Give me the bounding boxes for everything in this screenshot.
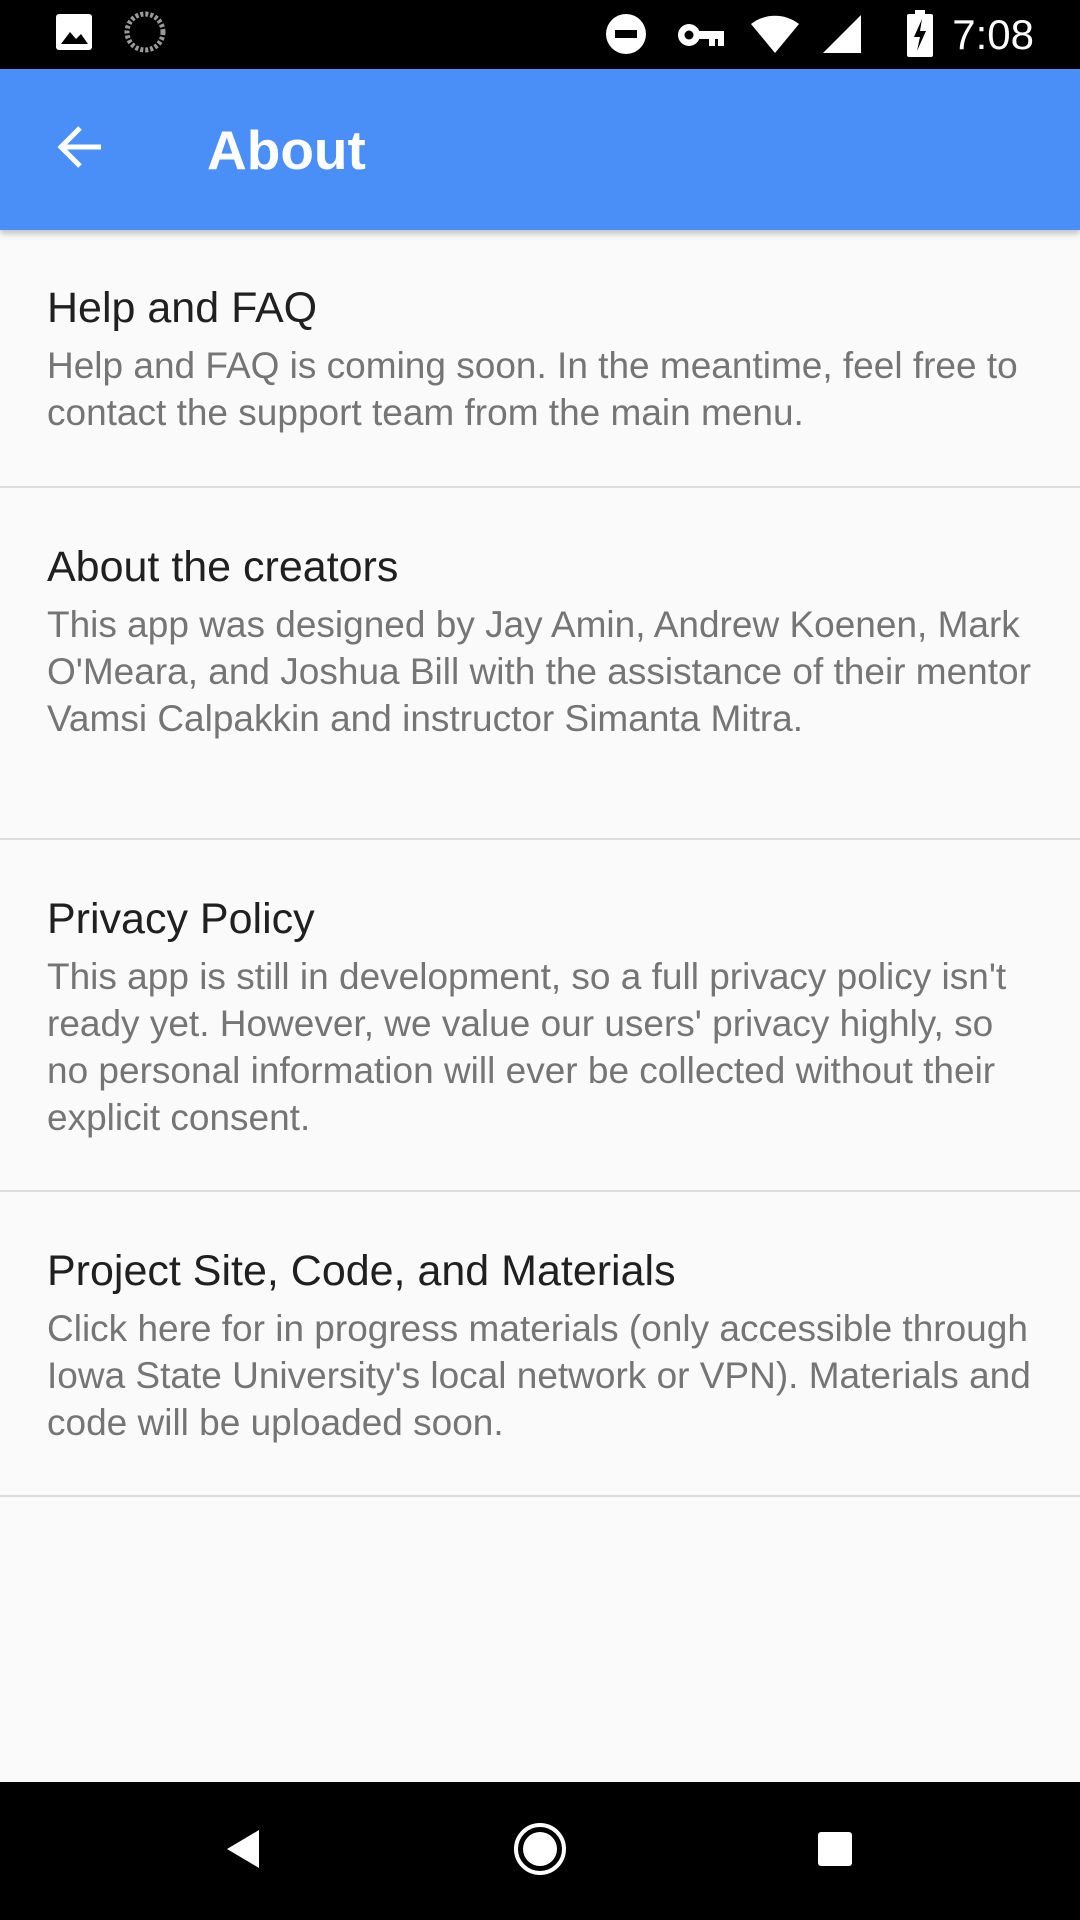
wifi-icon xyxy=(750,15,800,60)
section-title: Project Site, Code, and Materials xyxy=(47,1247,676,1295)
section-description: This app was designed by Jay Amin, Andre… xyxy=(47,604,1031,739)
nav-back-button[interactable] xyxy=(163,1782,323,1920)
help-faq-item[interactable]: Help and FAQ Help and FAQ is coming soon… xyxy=(0,230,1080,488)
status-time: 7:08 xyxy=(952,11,1034,58)
arrow-back-icon xyxy=(55,122,105,177)
project-site-item[interactable]: Project Site, Code, and Materials Click … xyxy=(0,1192,1080,1497)
section-title: Privacy Policy xyxy=(47,895,315,943)
status-left-icons xyxy=(54,11,166,57)
about-creators-item[interactable]: About the creators This app was designed… xyxy=(0,488,1080,840)
cell-signal-icon xyxy=(822,14,862,59)
nav-back-icon xyxy=(223,1827,263,1876)
section-description: Click here for in progress materials (on… xyxy=(47,1308,1031,1443)
nav-home-button[interactable] xyxy=(460,1782,620,1920)
section-description: This app is still in development, so a f… xyxy=(47,956,1007,1138)
do-not-disturb-icon xyxy=(605,13,647,60)
section-title: About the creators xyxy=(47,543,399,591)
nav-recents-icon xyxy=(815,1829,855,1874)
vpn-key-icon xyxy=(677,21,725,54)
navigation-bar xyxy=(0,1782,1080,1920)
nav-home-icon xyxy=(512,1821,568,1882)
battery-charging-icon xyxy=(906,10,934,63)
about-list: Help and FAQ Help and FAQ is coming soon… xyxy=(0,230,1080,1497)
image-notification-icon xyxy=(54,12,94,57)
section-description: Help and FAQ is coming soon. In the mean… xyxy=(47,345,1018,433)
loading-spinner-icon xyxy=(124,11,166,58)
nav-recents-button[interactable] xyxy=(755,1782,915,1920)
privacy-policy-item[interactable]: Privacy Policy This app is still in deve… xyxy=(0,840,1080,1192)
status-bar: 7:08 xyxy=(0,0,1080,69)
section-title: Help and FAQ xyxy=(47,284,318,332)
back-button[interactable] xyxy=(40,109,120,189)
page-title: About xyxy=(207,119,366,181)
app-bar: About xyxy=(0,69,1080,230)
